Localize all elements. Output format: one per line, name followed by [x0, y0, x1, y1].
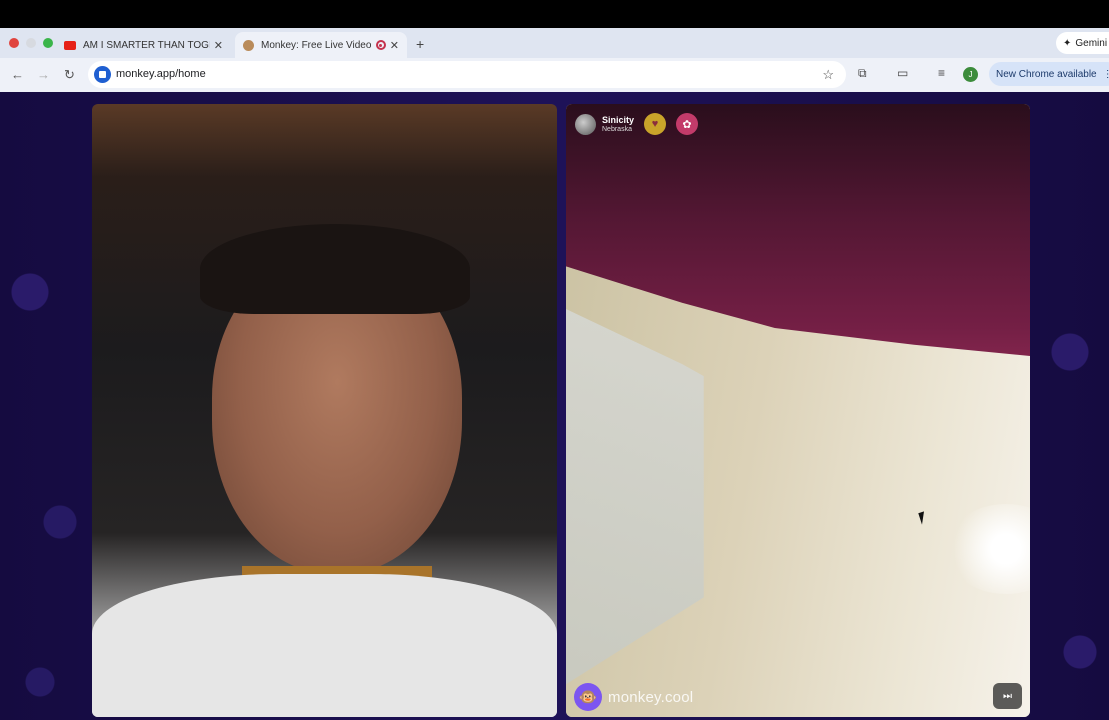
skip-next-button[interactable]: ⏭ [993, 683, 1022, 709]
browser-chrome: AM I SMARTER THAN TOGI? ✕ Monkey: Free L… [0, 28, 1109, 92]
partner-video-feed: Sinicity Nebraska ♥ ✿ 🐵 monkey.cool ⏭ [566, 104, 1030, 717]
window-controls [9, 38, 53, 48]
monkey-brand-watermark: 🐵 monkey.cool [574, 683, 693, 711]
new-tab-button[interactable]: + [416, 36, 424, 52]
media-controls-icon[interactable]: ≡ [938, 66, 945, 80]
partner-location: Nebraska [602, 125, 632, 133]
site-camera-icon[interactable] [94, 66, 111, 83]
bookmark-star-icon[interactable]: ☆ [822, 67, 834, 83]
minimize-window-button[interactable] [26, 38, 36, 48]
youtube-icon [64, 40, 76, 50]
address-bar[interactable]: monkey.app/home ☆ [88, 61, 846, 88]
partner-avatar[interactable] [575, 113, 596, 135]
partner-info-badge[interactable]: Sinicity Nebraska ♥ ✿ [575, 113, 699, 135]
update-label: New Chrome available [996, 68, 1097, 80]
self-video-hair [200, 224, 470, 314]
monkey-icon [243, 39, 254, 51]
gift-icon[interactable]: ✿ [676, 113, 699, 135]
monkey-logo-icon: 🐵 [574, 683, 602, 711]
fast-forward-icon: ⏭ [1003, 690, 1012, 702]
browser-toolbar: ← → ↻ monkey.app/home ☆ ⧉ ▭ ≡ J New Chro… [0, 58, 1109, 92]
tab-monkey[interactable]: Monkey: Free Live Video Chat ✕ [235, 32, 407, 58]
chrome-update-button[interactable]: New Chrome available ⋮ [989, 62, 1109, 86]
tab-strip: AM I SMARTER THAN TOGI? ✕ Monkey: Free L… [0, 28, 1109, 58]
tab-search-icon[interactable]: ▭ [897, 66, 908, 80]
brand-text: monkey.cool [608, 688, 694, 706]
screen-top-bar [0, 0, 1109, 28]
extensions-icon[interactable]: ⧉ [858, 66, 867, 81]
tab-youtube[interactable]: AM I SMARTER THAN TOGI? ✕ [56, 32, 231, 58]
reload-icon[interactable]: ↻ [64, 67, 75, 83]
close-window-button[interactable] [9, 38, 19, 48]
profile-avatar[interactable]: J [963, 67, 978, 82]
more-menu-icon[interactable]: ⋮ [1103, 69, 1109, 80]
gemini-label: Gemini [1075, 37, 1108, 49]
tab-title: Monkey: Free Live Video Chat [261, 39, 372, 51]
maximize-window-button[interactable] [43, 38, 53, 48]
self-video-shirt [92, 574, 557, 717]
partner-name: Sinicity [602, 114, 635, 125]
forward-arrow-icon[interactable]: → [37, 67, 50, 82]
monkey-app-page: Sinicity Nebraska ♥ ✿ 🐵 monkey.cool ⏭ [0, 92, 1109, 720]
gemini-button[interactable]: ✦ Gemini [1056, 32, 1109, 54]
close-tab-icon[interactable]: ✕ [214, 39, 223, 52]
close-tab-icon[interactable]: ✕ [390, 39, 399, 52]
heart-icon[interactable]: ♥ [644, 113, 667, 135]
local-video-feed [92, 104, 557, 717]
sparkle-icon: ✦ [1063, 37, 1072, 49]
url-text[interactable]: monkey.app/home [116, 68, 206, 80]
tab-title: AM I SMARTER THAN TOGI? [83, 39, 210, 51]
back-arrow-icon[interactable]: ← [11, 67, 24, 82]
recording-icon [375, 40, 386, 50]
